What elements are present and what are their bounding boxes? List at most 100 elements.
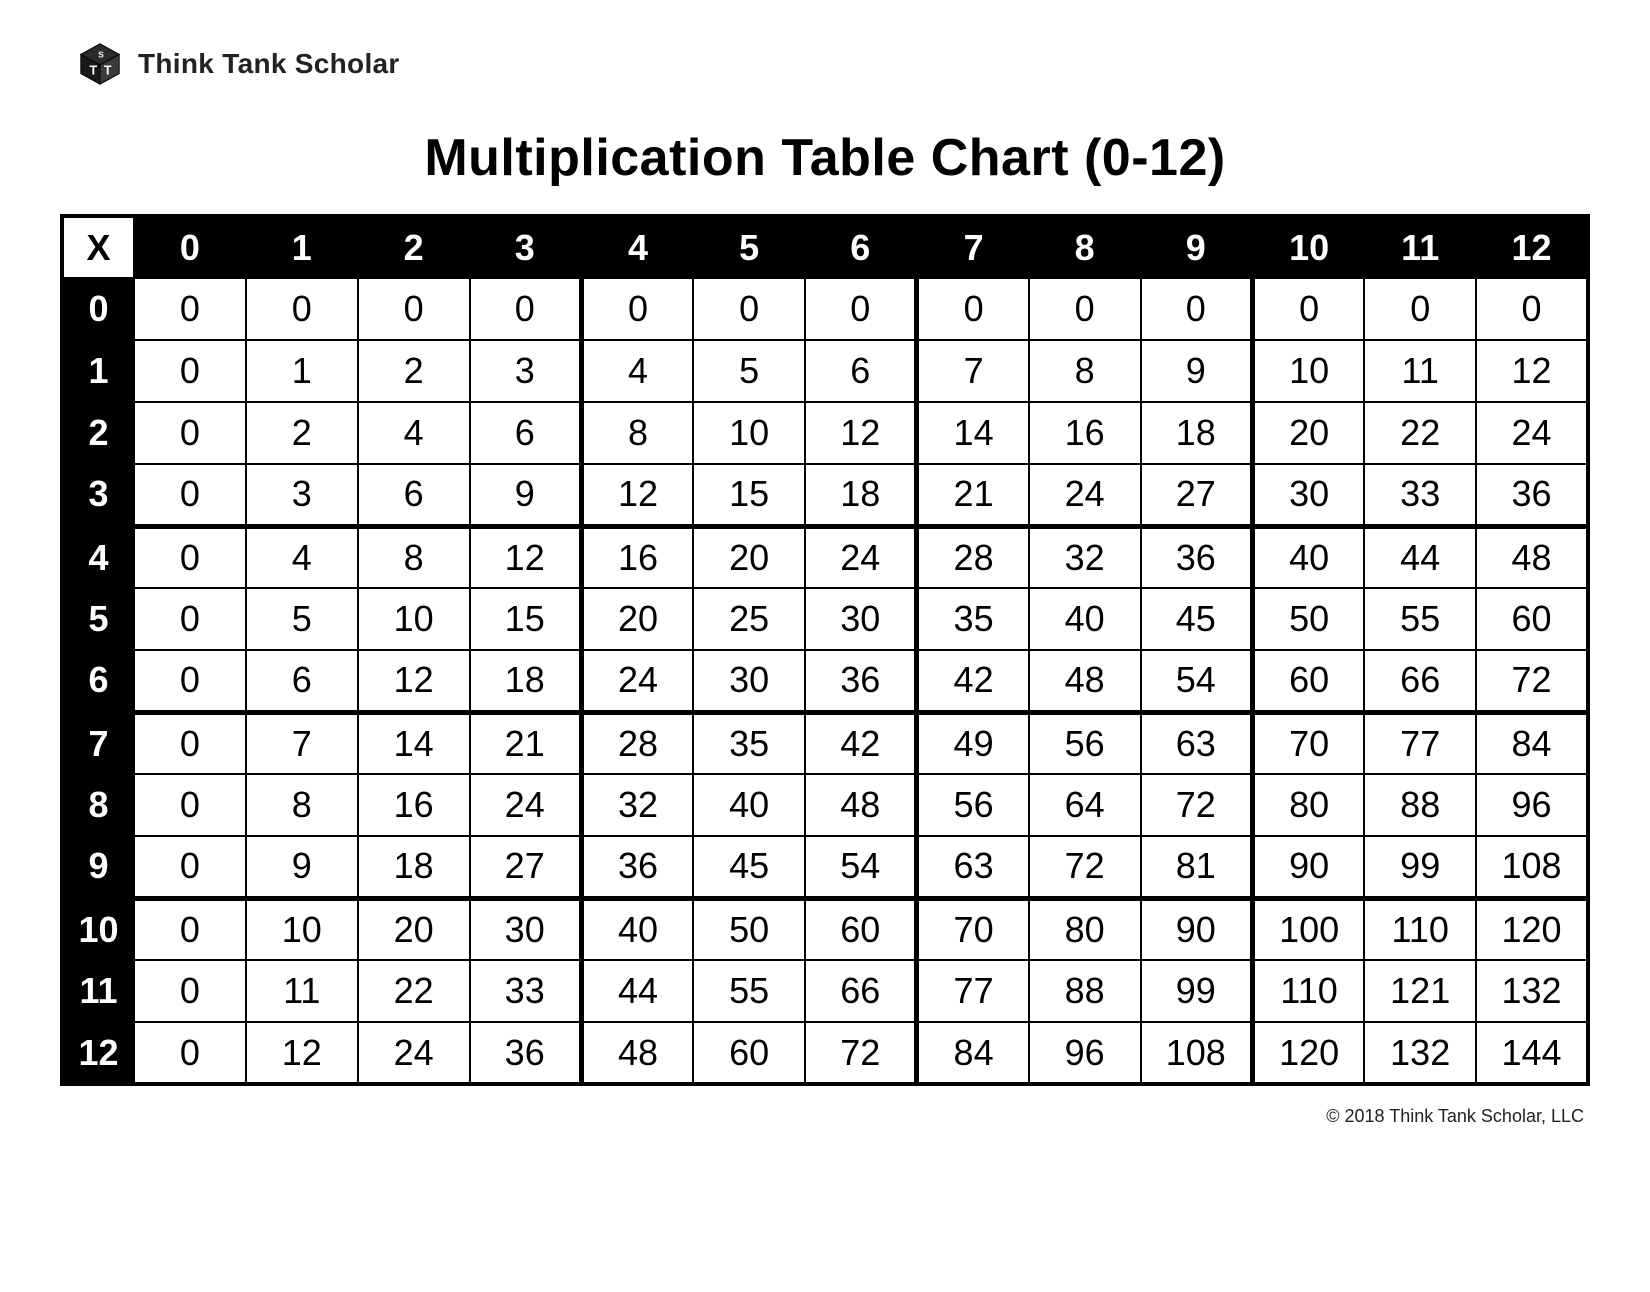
table-cell: 48	[1029, 650, 1141, 712]
table-row: 404812162024283236404448	[62, 526, 1588, 588]
table-cell: 50	[1252, 588, 1364, 650]
col-header: 8	[1029, 216, 1141, 278]
svg-text:T: T	[89, 64, 97, 78]
col-header: 9	[1141, 216, 1253, 278]
table-cell: 60	[693, 1022, 805, 1084]
table-cell: 99	[1141, 960, 1253, 1022]
table-cell: 20	[1252, 402, 1364, 464]
col-header: 7	[917, 216, 1029, 278]
table-cell: 1	[246, 340, 358, 402]
col-header: 11	[1364, 216, 1476, 278]
col-header: 0	[134, 216, 246, 278]
table-cell: 42	[805, 712, 917, 774]
table-row: 5051015202530354045505560	[62, 588, 1588, 650]
row-header: 12	[62, 1022, 134, 1084]
table-cell: 100	[1252, 898, 1364, 960]
table-cell: 0	[358, 278, 470, 340]
table-cell: 40	[693, 774, 805, 836]
table-cell: 10	[246, 898, 358, 960]
table-cell: 49	[917, 712, 1029, 774]
table-cell: 121	[1364, 960, 1476, 1022]
table-cell: 0	[134, 526, 246, 588]
table-cell: 30	[693, 650, 805, 712]
brand-logo-icon: T T S	[76, 40, 124, 88]
page: T T S Think Tank Scholar Multiplication …	[0, 0, 1650, 1147]
table-cell: 66	[805, 960, 917, 1022]
table-cell: 88	[1364, 774, 1476, 836]
table-row: 00000000000000	[62, 278, 1588, 340]
table-body: 0000000000000010123456789101112202468101…	[62, 278, 1588, 1084]
row-header: 11	[62, 960, 134, 1022]
table-cell: 20	[358, 898, 470, 960]
table-cell: 72	[805, 1022, 917, 1084]
table-cell: 0	[134, 588, 246, 650]
table-cell: 7	[246, 712, 358, 774]
table-cell: 10	[358, 588, 470, 650]
table-cell: 77	[1364, 712, 1476, 774]
row-header: 7	[62, 712, 134, 774]
table-cell: 12	[581, 464, 693, 526]
table-cell: 0	[805, 278, 917, 340]
table-cell: 50	[693, 898, 805, 960]
table-cell: 28	[917, 526, 1029, 588]
table-cell: 80	[1252, 774, 1364, 836]
table-row: 8081624324048566472808896	[62, 774, 1588, 836]
table-cell: 120	[1252, 1022, 1364, 1084]
table-cell: 56	[917, 774, 1029, 836]
table-cell: 132	[1364, 1022, 1476, 1084]
table-cell: 12	[358, 650, 470, 712]
table-cell: 5	[246, 588, 358, 650]
table-cell: 35	[917, 588, 1029, 650]
table-cell: 10	[1252, 340, 1364, 402]
table-row: 7071421283542495663707784	[62, 712, 1588, 774]
multiplication-table: X 0 1 2 3 4 5 6 7 8 9 10 11 12 000000000…	[60, 214, 1590, 1086]
table-cell: 0	[1476, 278, 1588, 340]
table-cell: 15	[693, 464, 805, 526]
table-cell: 60	[1476, 588, 1588, 650]
table-cell: 55	[693, 960, 805, 1022]
table-cell: 12	[805, 402, 917, 464]
table-cell: 21	[917, 464, 1029, 526]
table-cell: 24	[358, 1022, 470, 1084]
table-cell: 45	[693, 836, 805, 898]
table-cell: 42	[917, 650, 1029, 712]
table-cell: 108	[1476, 836, 1588, 898]
table-cell: 144	[1476, 1022, 1588, 1084]
table-cell: 36	[805, 650, 917, 712]
table-cell: 5	[693, 340, 805, 402]
table-cell: 0	[134, 1022, 246, 1084]
table-cell: 90	[1141, 898, 1253, 960]
row-header: 3	[62, 464, 134, 526]
col-header: 5	[693, 216, 805, 278]
table-cell: 12	[246, 1022, 358, 1084]
table-cell: 0	[134, 836, 246, 898]
table-cell: 0	[134, 650, 246, 712]
table-cell: 56	[1029, 712, 1141, 774]
table-cell: 9	[470, 464, 582, 526]
table-cell: 8	[358, 526, 470, 588]
table-cell: 30	[470, 898, 582, 960]
table-cell: 0	[1252, 278, 1364, 340]
header: T T S Think Tank Scholar	[60, 40, 1590, 98]
table-cell: 15	[470, 588, 582, 650]
table-cell: 40	[581, 898, 693, 960]
table-cell: 30	[1252, 464, 1364, 526]
table-cell: 0	[134, 898, 246, 960]
row-header: 0	[62, 278, 134, 340]
row-header: 1	[62, 340, 134, 402]
table-cell: 12	[470, 526, 582, 588]
table-cell: 96	[1029, 1022, 1141, 1084]
table-cell: 4	[358, 402, 470, 464]
table-cell: 96	[1476, 774, 1588, 836]
table-cell: 0	[134, 340, 246, 402]
table-cell: 25	[693, 588, 805, 650]
row-header: 9	[62, 836, 134, 898]
table-cell: 0	[134, 278, 246, 340]
table-cell: 36	[1141, 526, 1253, 588]
table-cell: 0	[1364, 278, 1476, 340]
table-cell: 2	[246, 402, 358, 464]
brand-name: Think Tank Scholar	[138, 48, 400, 80]
table-cell: 6	[805, 340, 917, 402]
table-cell: 110	[1252, 960, 1364, 1022]
col-header: 1	[246, 216, 358, 278]
